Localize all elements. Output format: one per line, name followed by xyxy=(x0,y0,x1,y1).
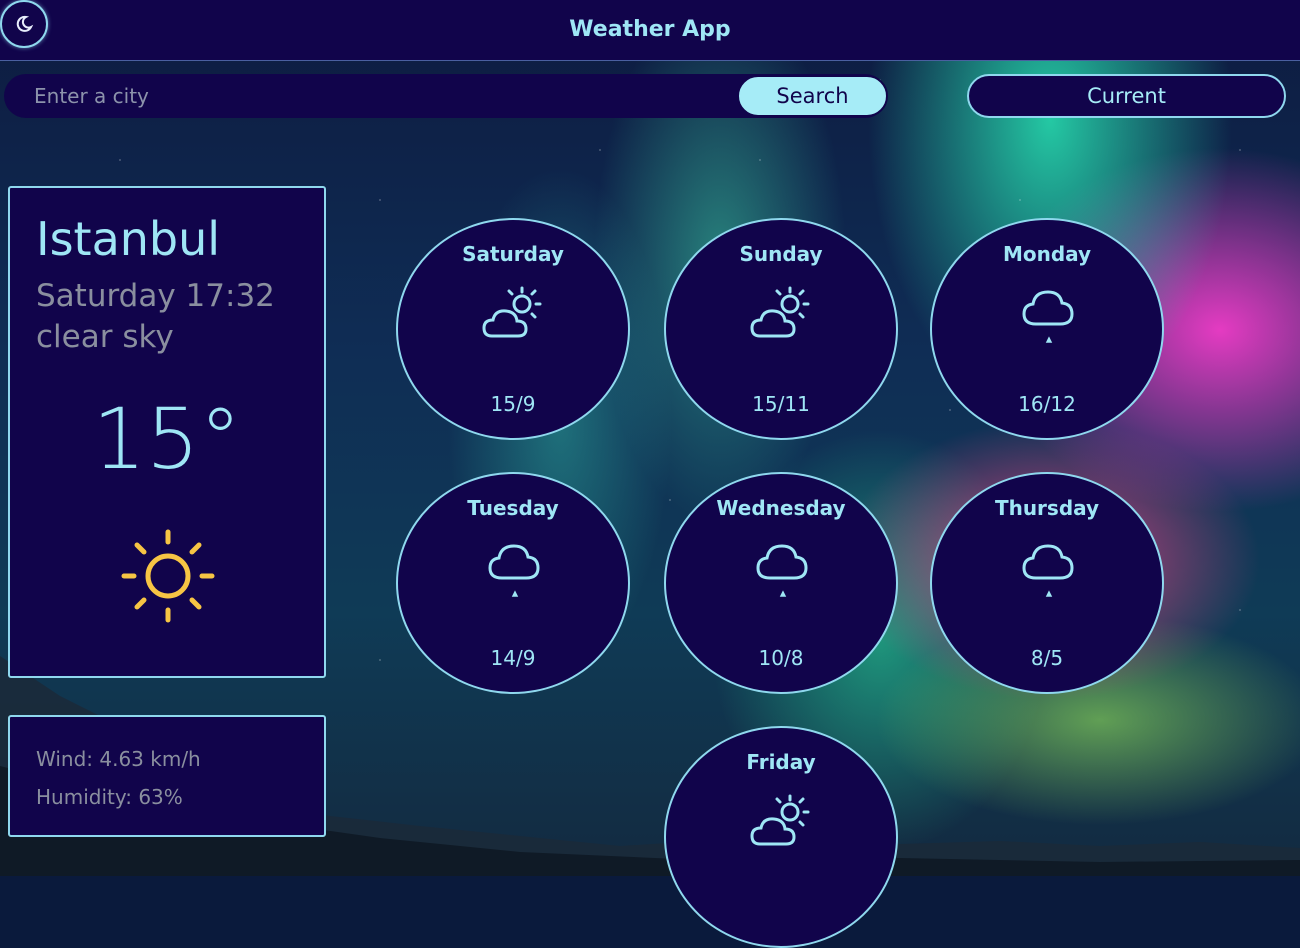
weather-description: clear sky xyxy=(36,319,174,355)
forecast-temp-range: 16/12 xyxy=(1018,392,1076,416)
forecast-temp-range: 10/8 xyxy=(758,646,804,670)
forecast-day-wednesday: Wednesday 10/8 xyxy=(664,472,898,694)
forecast-temp-range: 15/9 xyxy=(490,392,536,416)
forecast-day-saturday: Saturday 15/9 xyxy=(396,218,630,440)
date-time: Saturday 17:32 xyxy=(36,278,275,314)
header-bar: Weather App xyxy=(0,0,1300,61)
partly-cloudy-icon xyxy=(750,794,810,846)
forecast-temp-range: 14/9 xyxy=(490,646,536,670)
current-weather-card: Istanbul Saturday 17:32 clear sky 15° xyxy=(8,186,326,678)
rain-cloud-icon xyxy=(756,544,808,597)
forecast-temp-range: 8/5 xyxy=(1030,646,1064,670)
forecast-day-name: Monday xyxy=(1002,242,1092,266)
partly-cloudy-icon xyxy=(482,286,542,338)
forecast-day-name: Sunday xyxy=(739,242,823,266)
forecast-day-name: Friday xyxy=(746,750,816,774)
forecast-day-name: Thursday xyxy=(994,496,1100,520)
rain-cloud-icon xyxy=(1022,544,1074,597)
forecast-day-thursday: Thursday 8/5 xyxy=(930,472,1164,694)
forecast-temp-range: 15/11 xyxy=(752,392,810,416)
forecast-day-friday: Friday xyxy=(664,726,898,948)
rain-cloud-icon xyxy=(1022,290,1074,343)
rain-cloud-icon xyxy=(488,544,540,597)
forecast-day-sunday: Sunday 15/11 xyxy=(664,218,898,440)
partly-cloudy-icon xyxy=(750,286,810,338)
search-button[interactable]: Search xyxy=(737,75,888,117)
weather-details-card: Wind: 4.63 km/h Humidity: 63% xyxy=(8,715,326,837)
app-title: Weather App xyxy=(569,17,731,42)
forecast-day-name: Tuesday xyxy=(467,496,559,520)
city-name: Istanbul xyxy=(36,212,221,266)
sun-icon xyxy=(121,529,215,623)
current-location-button[interactable]: Current xyxy=(967,74,1286,118)
forecast-day-name: Wednesday xyxy=(716,496,846,520)
city-search-input[interactable] xyxy=(24,74,724,118)
forecast-day-monday: Monday 16/12 xyxy=(930,218,1164,440)
forecast-day-tuesday: Tuesday 14/9 xyxy=(396,472,630,694)
humidity: Humidity: 63% xyxy=(36,785,183,809)
forecast-day-name: Saturday xyxy=(462,242,564,266)
wind-speed: Wind: 4.63 km/h xyxy=(36,747,201,771)
current-temperature: 15° xyxy=(92,390,242,488)
search-bar: Search xyxy=(4,74,888,118)
